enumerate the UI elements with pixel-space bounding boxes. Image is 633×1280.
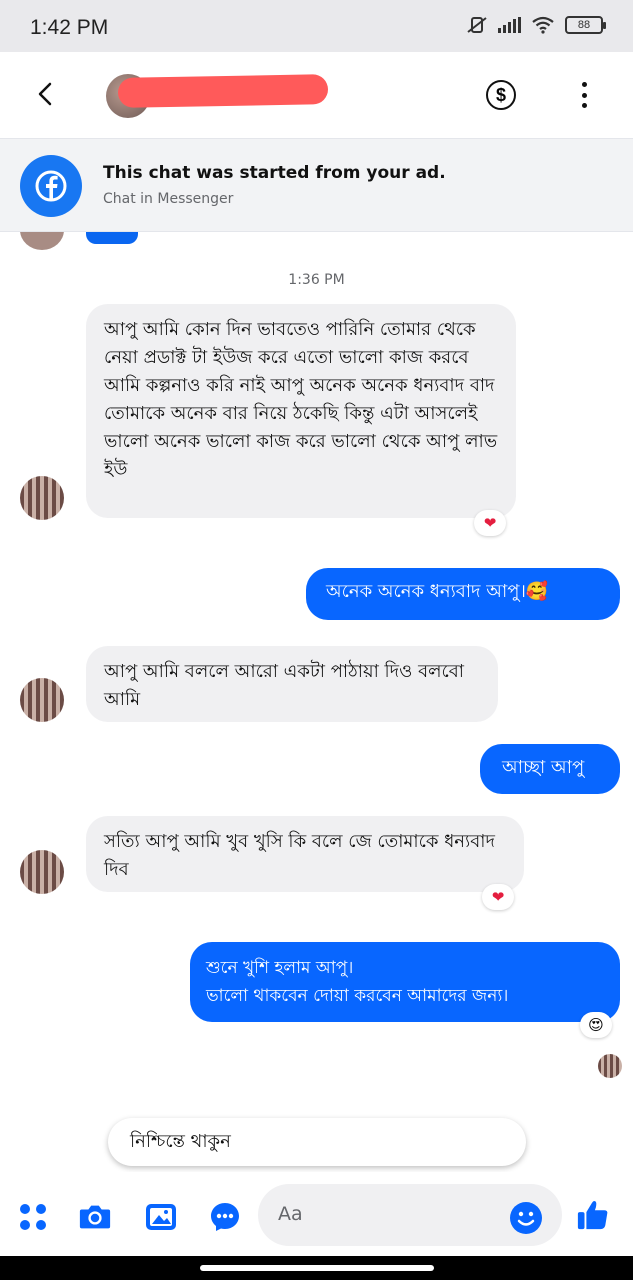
message-bubble-outgoing[interactable]: শুনে খুশি হলাম আপু। ভালো থাকবেন দোয়া কর… <box>190 942 620 1022</box>
quick-reply-suggestion[interactable]: নিশ্চিন্তে থাকুন <box>108 1118 526 1166</box>
chat-extensions-button[interactable] <box>208 1200 242 1234</box>
chat-header: $ <box>0 52 633 138</box>
message-bubble-incoming[interactable]: আপু আমি কোন দিন ভাবতেও পারিনি তোমার থেকে… <box>86 304 516 518</box>
camera-icon <box>79 1205 111 1229</box>
redacted-contact-name <box>117 74 329 108</box>
message-input[interactable]: Aa <box>258 1184 562 1246</box>
heart-reaction-icon[interactable]: ❤ <box>474 510 506 536</box>
status-icons: 88 <box>466 16 606 34</box>
camera-button[interactable] <box>78 1200 112 1234</box>
ad-banner: This chat was started from your ad. Chat… <box>0 138 633 232</box>
heart-eyes-reaction-icon[interactable]: 😍 <box>580 1012 612 1038</box>
thumbs-up-icon <box>577 1201 608 1230</box>
battery-icon: 88 <box>565 16 606 34</box>
system-nav-bar <box>0 1256 633 1280</box>
signal-icon <box>498 17 521 33</box>
chevron-left-icon <box>38 82 52 106</box>
ad-banner-subtitle: Chat in Messenger <box>103 191 234 207</box>
read-receipt-avatar <box>598 1054 622 1078</box>
gallery-button[interactable] <box>144 1200 178 1234</box>
contact-avatar <box>20 232 64 250</box>
message-composer: Aa <box>0 1172 633 1260</box>
apps-button[interactable] <box>16 1200 50 1234</box>
emoji-button[interactable] <box>510 1202 542 1234</box>
vibrate-off-icon <box>467 17 487 33</box>
payment-button[interactable]: $ <box>486 80 516 110</box>
message-line: শুনে খুশি হলাম আপু। <box>206 958 354 978</box>
status-bar: 1:42 PM 88 <box>0 0 633 52</box>
chat-bubble-icon <box>211 1203 239 1231</box>
contact-avatar <box>20 678 64 722</box>
message-line: ভালো থাকবেন দোয়া করবেন আমাদের জন্য। <box>206 986 509 1006</box>
message-bubble-outgoing[interactable]: আচ্ছা আপু <box>480 744 620 794</box>
message-timestamp: 1:36 PM <box>288 272 345 288</box>
more-options-button[interactable] <box>574 80 594 110</box>
message-bubble-outgoing[interactable]: অনেক অনেক ধন্যবাদ আপু।🥰 <box>306 568 620 620</box>
apps-icon <box>20 1204 46 1230</box>
back-button[interactable] <box>30 78 62 110</box>
message-input-placeholder: Aa <box>278 1203 303 1225</box>
home-indicator[interactable] <box>200 1265 434 1271</box>
ad-banner-title: This chat was started from your ad. <box>103 163 446 183</box>
image-icon <box>146 1204 176 1230</box>
message-bubble-partial <box>86 232 138 244</box>
status-time: 1:42 PM <box>30 16 109 39</box>
smiley-icon <box>517 1211 535 1226</box>
more-vertical-icon <box>581 82 587 87</box>
message-bubble-incoming[interactable]: আপু আমি বললে আরো একটা পাঠায়া দিও বলবো আ… <box>86 646 498 722</box>
chat-thread[interactable]: 1:36 PM আপু আমি কোন দিন ভাবতেও পারিনি তো… <box>0 232 633 1172</box>
facebook-logo-icon <box>20 155 82 217</box>
heart-reaction-icon[interactable]: ❤ <box>482 884 514 910</box>
message-bubble-incoming[interactable]: সত্যি আপু আমি খুব খুসি কি বলে জে তোমাকে … <box>86 816 524 892</box>
contact-avatar <box>20 850 64 894</box>
dollar-icon: $ <box>495 84 506 105</box>
like-button[interactable] <box>576 1198 610 1232</box>
wifi-icon <box>532 16 554 34</box>
contact-avatar <box>20 476 64 520</box>
